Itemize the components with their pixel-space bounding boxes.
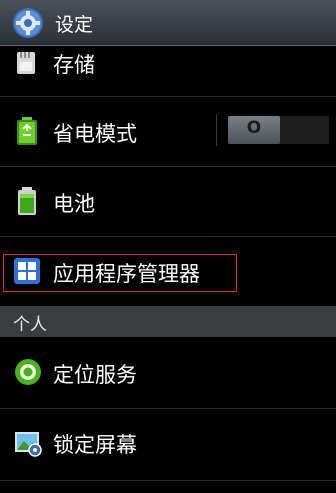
settings-item-label: 定位服务: [53, 363, 137, 387]
battery-icon: [18, 187, 36, 215]
settings-item-storage[interactable]: 存储: [0, 46, 336, 92]
title-bar: 设定: [0, 0, 336, 46]
storage-card-icon: [17, 52, 35, 74]
settings-item-lock-screen[interactable]: 锁定屏幕: [0, 409, 336, 479]
section-header-personal: 个人: [0, 306, 336, 337]
settings-gear-icon: [13, 8, 43, 38]
list-divider: [0, 480, 336, 481]
settings-item-label: 存储: [53, 53, 95, 77]
settings-item-location[interactable]: 定位服务: [0, 337, 336, 407]
settings-item-label: 省电模式: [53, 122, 137, 146]
settings-item-label: 电池: [53, 192, 95, 216]
app-grid-icon: [14, 258, 40, 284]
page-title: 设定: [55, 14, 94, 36]
settings-item-app-manager[interactable]: 应用程序管理器: [0, 237, 336, 305]
power-saving-battery-icon: [17, 117, 37, 145]
settings-item-battery[interactable]: 电池: [0, 167, 336, 235]
toggle-state-label: O: [246, 118, 262, 138]
power-saving-toggle[interactable]: O: [228, 116, 329, 144]
settings-item-label: 应用程序管理器: [53, 262, 200, 286]
toggle-separator: [216, 114, 217, 146]
location-target-icon: [15, 359, 41, 385]
lock-screen-picture-icon: [15, 432, 42, 457]
section-header-label: 个人: [13, 315, 47, 335]
settings-item-label: 锁定屏幕: [53, 433, 137, 457]
